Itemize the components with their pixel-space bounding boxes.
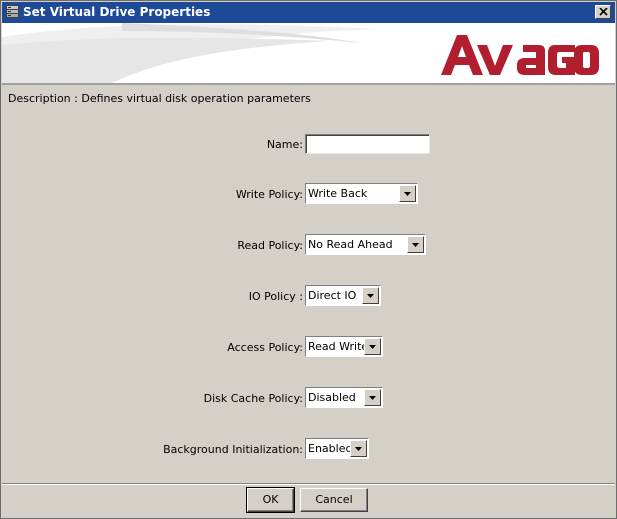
write-policy-select[interactable]: Write Back bbox=[305, 183, 418, 204]
io-policy-value: Direct IO bbox=[308, 289, 357, 302]
read-policy-select[interactable]: No Read Ahead bbox=[305, 234, 426, 255]
chevron-down-icon bbox=[369, 396, 376, 400]
window-title: Set Virtual Drive Properties bbox=[23, 5, 211, 19]
server-icon bbox=[6, 5, 19, 19]
io-policy-select[interactable]: Direct IO bbox=[305, 285, 381, 306]
disk-cache-policy-select[interactable]: Disabled bbox=[305, 387, 383, 408]
background-init-dropdown-button[interactable] bbox=[350, 440, 367, 457]
description-text: Description : Defines virtual disk opera… bbox=[8, 92, 311, 105]
disk-cache-policy-value: Disabled bbox=[308, 391, 356, 404]
avago-logo bbox=[441, 35, 599, 75]
chevron-down-icon bbox=[369, 345, 376, 349]
chevron-down-icon bbox=[355, 447, 362, 451]
footer-divider-highlight bbox=[2, 484, 615, 485]
access-policy-label: Access Policy: bbox=[227, 341, 303, 354]
disk-cache-policy-label: Disk Cache Policy: bbox=[203, 392, 303, 405]
write-policy-value: Write Back bbox=[308, 187, 368, 200]
background-init-label: Background Initialization: bbox=[163, 443, 303, 456]
disk-cache-policy-dropdown-button[interactable] bbox=[364, 389, 381, 406]
write-policy-label: Write Policy: bbox=[235, 188, 303, 201]
access-policy-value: Read Write bbox=[308, 340, 369, 353]
chevron-down-icon bbox=[367, 294, 374, 298]
name-label: Name: bbox=[266, 138, 303, 151]
background-init-value: Enabled bbox=[308, 442, 353, 455]
close-icon bbox=[599, 8, 608, 16]
access-policy-dropdown-button[interactable] bbox=[364, 338, 381, 355]
read-policy-value: No Read Ahead bbox=[308, 238, 393, 251]
write-policy-dropdown-button[interactable] bbox=[399, 185, 416, 202]
chevron-down-icon bbox=[412, 243, 419, 247]
name-input[interactable] bbox=[305, 134, 430, 154]
close-button[interactable] bbox=[595, 5, 611, 19]
access-policy-select[interactable]: Read Write bbox=[305, 336, 383, 357]
cancel-button[interactable]: Cancel bbox=[300, 488, 368, 512]
banner-divider bbox=[2, 83, 615, 85]
dialog-window: Set Virtual Drive Properties Description… bbox=[0, 0, 617, 519]
chevron-down-icon bbox=[404, 192, 411, 196]
io-policy-label: IO Policy : bbox=[248, 290, 303, 303]
read-policy-dropdown-button[interactable] bbox=[407, 236, 424, 253]
read-policy-label: Read Policy: bbox=[237, 239, 303, 252]
background-init-select[interactable]: Enabled bbox=[305, 438, 369, 459]
ok-button[interactable]: OK bbox=[246, 487, 295, 513]
title-bar[interactable]: Set Virtual Drive Properties bbox=[2, 2, 615, 23]
header-banner bbox=[2, 23, 615, 83]
io-policy-dropdown-button[interactable] bbox=[362, 287, 379, 304]
